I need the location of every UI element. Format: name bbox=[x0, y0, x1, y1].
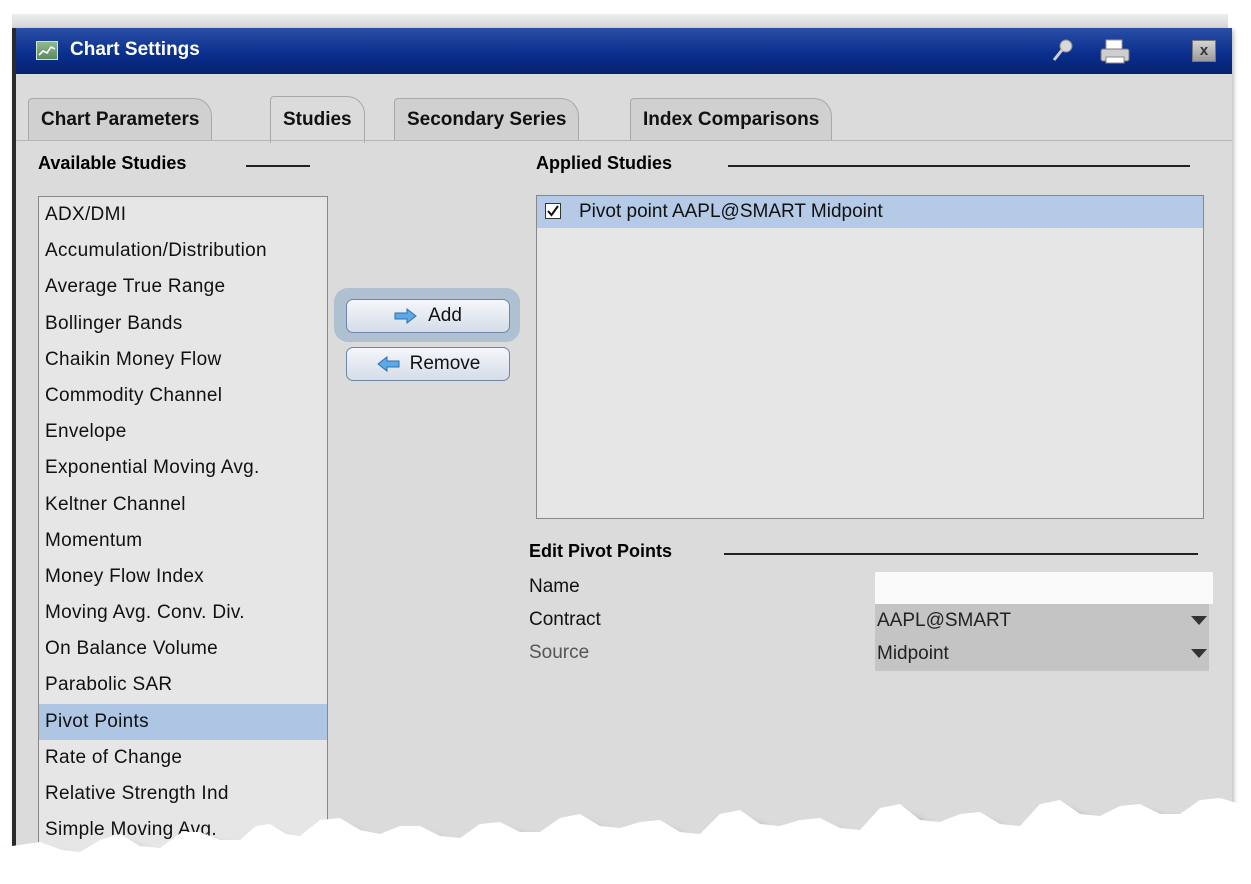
study-list-item[interactable]: Pivot Points bbox=[39, 703, 327, 740]
contract-value: AAPL@SMART bbox=[877, 610, 1012, 631]
applied-study-label: Pivot point AAPL@SMART Midpoint bbox=[579, 201, 883, 222]
chart-icon bbox=[36, 41, 58, 60]
source-value: Midpoint bbox=[877, 643, 949, 664]
name-input[interactable] bbox=[875, 572, 1213, 604]
chart-settings-window: Chart Settings x Chart Parameters Studie… bbox=[12, 28, 1232, 878]
applied-studies-rule bbox=[728, 165, 1190, 167]
edit-pivot-rule bbox=[724, 553, 1198, 555]
applied-studies-list[interactable]: Pivot point AAPL@SMART Midpoint bbox=[536, 195, 1204, 519]
available-studies-heading: Available Studies bbox=[38, 153, 187, 173]
tab-index-comparisons[interactable]: Index Comparisons bbox=[630, 98, 833, 141]
study-list-item[interactable]: Envelope bbox=[39, 414, 327, 450]
source-select[interactable]: Midpoint bbox=[875, 637, 1209, 671]
study-list-item[interactable]: Accumulation/Distribution bbox=[39, 233, 327, 269]
add-button[interactable]: Add bbox=[346, 299, 510, 333]
contract-select[interactable]: AAPL@SMART bbox=[875, 604, 1209, 638]
available-studies-list[interactable]: ADX/DMI Accumulation/Distribution Average … bbox=[38, 196, 328, 878]
chevron-down-icon bbox=[1191, 616, 1207, 625]
chevron-down-icon bbox=[1191, 649, 1207, 658]
name-label: Name bbox=[529, 576, 580, 597]
study-list-item[interactable]: Commodity Channel bbox=[39, 378, 327, 414]
tab-chart-parameters[interactable]: Chart Parameters bbox=[28, 98, 213, 141]
available-studies-rule bbox=[246, 165, 310, 167]
window-top-strip bbox=[12, 14, 1228, 28]
edit-pivot-heading: Edit Pivot Points bbox=[529, 541, 673, 561]
study-list-item[interactable]: Moving Avg. Conv. Div. bbox=[39, 595, 327, 631]
print-icon[interactable] bbox=[1098, 38, 1132, 66]
checkbox-checked-icon[interactable] bbox=[545, 203, 561, 219]
study-list-item[interactable]: Chaikin Money Flow bbox=[39, 342, 327, 378]
study-list-item[interactable]: Parabolic SAR bbox=[39, 667, 327, 703]
study-list-item[interactable]: On Balance Volume bbox=[39, 631, 327, 667]
applied-studies-heading: Applied Studies bbox=[536, 153, 673, 173]
study-list-item[interactable]: Bollinger Bands bbox=[39, 306, 327, 342]
study-list-item[interactable]: Average True Range bbox=[39, 269, 327, 305]
tab-divider bbox=[16, 140, 1232, 141]
study-list-item[interactable]: Momentum bbox=[39, 523, 327, 559]
add-button-label: Add bbox=[428, 305, 462, 326]
window-title: Chart Settings bbox=[70, 39, 200, 60]
tab-studies[interactable]: Studies bbox=[270, 96, 365, 143]
torn-edge-decoration bbox=[0, 798, 1251, 884]
tab-bar: Chart Parameters Studies Secondary Serie… bbox=[16, 74, 1232, 144]
arrow-left-icon bbox=[376, 356, 400, 372]
study-list-item[interactable]: Keltner Channel bbox=[39, 487, 327, 523]
source-label: Source bbox=[529, 642, 590, 663]
tab-secondary-series[interactable]: Secondary Series bbox=[394, 98, 580, 141]
study-list-item[interactable]: ADX/DMI bbox=[39, 197, 327, 233]
study-list-item[interactable]: Money Flow Index bbox=[39, 559, 327, 595]
study-list-item[interactable]: Exponential Moving Avg. bbox=[39, 450, 327, 486]
pin-icon[interactable] bbox=[1050, 38, 1076, 64]
contract-label: Contract bbox=[529, 609, 601, 630]
applied-study-row[interactable]: Pivot point AAPL@SMART Midpoint bbox=[537, 196, 1203, 228]
close-button[interactable]: x bbox=[1192, 40, 1216, 62]
study-list-item[interactable]: Rate of Change bbox=[39, 740, 327, 776]
remove-button-label: Remove bbox=[409, 353, 481, 374]
arrow-right-icon bbox=[394, 308, 417, 324]
title-bar[interactable]: Chart Settings x bbox=[16, 28, 1232, 74]
remove-button[interactable]: Remove bbox=[346, 347, 510, 381]
